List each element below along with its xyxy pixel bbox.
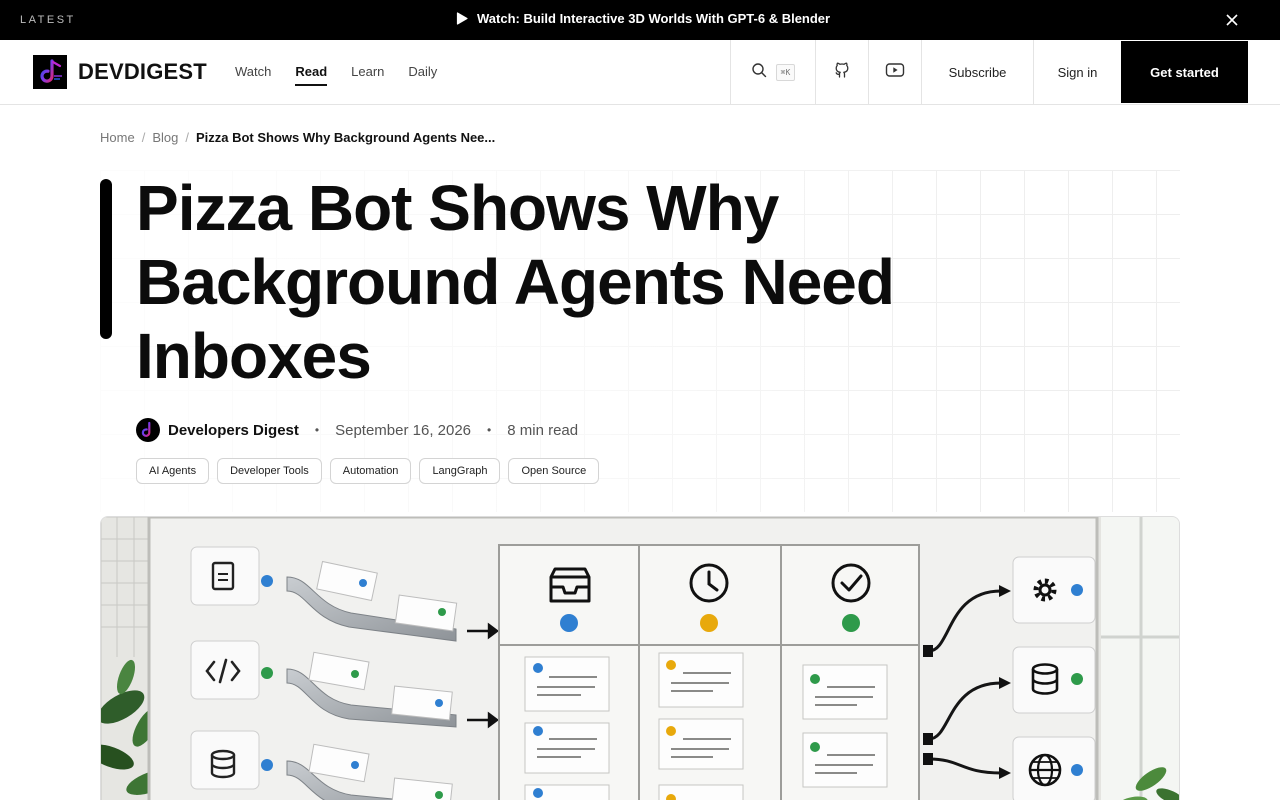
youtube-button[interactable] — [868, 40, 921, 104]
search-icon — [751, 62, 767, 83]
search-shortcut: ⌘K — [775, 63, 796, 81]
announcement-link[interactable]: Watch: Build Interactive 3D Worlds With … — [456, 11, 830, 26]
nav-watch[interactable]: Watch — [235, 64, 271, 86]
sign-in-button[interactable]: Sign in — [1033, 40, 1121, 104]
logo-icon — [33, 55, 67, 89]
site-header: DEVDIGEST Watch Read Learn Daily ⌘K Subs… — [0, 40, 1280, 105]
announcement-label: LATEST — [20, 14, 76, 26]
logo[interactable]: DEVDIGEST — [33, 55, 207, 89]
logo-text: DEVDIGEST — [78, 59, 207, 84]
get-started-button[interactable]: Get started — [1121, 41, 1248, 103]
article-title: Pizza Bot Shows Why Background Agents Ne… — [136, 172, 895, 392]
meta-separator: • — [487, 423, 492, 437]
play-icon — [456, 12, 468, 25]
breadcrumb-separator: / — [141, 130, 146, 145]
breadcrumb: Home / Blog / Pizza Bot Shows Why Backgr… — [100, 130, 495, 145]
nav-read[interactable]: Read — [295, 64, 328, 86]
main-nav: Watch Read Learn Daily — [235, 64, 437, 86]
breadcrumb-current: Pizza Bot Shows Why Background Agents Ne… — [195, 130, 496, 145]
announcement-bar: LATEST Watch: Build Interactive 3D World… — [0, 0, 1280, 40]
meta-separator: • — [314, 423, 320, 437]
youtube-icon — [885, 62, 905, 83]
tag-open-source[interactable]: Open Source — [508, 458, 600, 484]
author-avatar — [136, 418, 160, 442]
article-meta: Developers Digest • September 16, 2026 •… — [136, 418, 578, 442]
title-accent-bar — [100, 179, 112, 339]
tag-list: AI Agents Developer Tools Automation Lan… — [136, 458, 600, 484]
breadcrumb-separator: / — [185, 130, 189, 145]
read-time: 8 min read — [507, 421, 579, 439]
breadcrumb-blog[interactable]: Blog — [152, 130, 178, 145]
tag-automation[interactable]: Automation — [329, 458, 412, 484]
tag-langgraph[interactable]: LangGraph — [419, 458, 501, 484]
subscribe-button[interactable]: Subscribe — [921, 40, 1033, 104]
announcement-text: Watch: Build Interactive 3D Worlds With … — [477, 11, 831, 26]
tag-ai-agents[interactable]: AI Agents — [136, 458, 210, 484]
breadcrumb-home[interactable]: Home — [100, 130, 135, 145]
nav-learn[interactable]: Learn — [351, 64, 384, 86]
feature-image — [100, 516, 1180, 800]
search-button[interactable]: ⌘K — [730, 40, 815, 104]
author-name[interactable]: Developers Digest — [168, 422, 299, 439]
tag-developer-tools[interactable]: Developer Tools — [217, 458, 322, 484]
publish-date: September 16, 2026 — [335, 421, 472, 439]
github-button[interactable] — [815, 40, 868, 104]
nav-daily[interactable]: Daily — [408, 64, 437, 86]
close-icon[interactable] — [1222, 10, 1242, 30]
github-icon — [833, 61, 851, 84]
